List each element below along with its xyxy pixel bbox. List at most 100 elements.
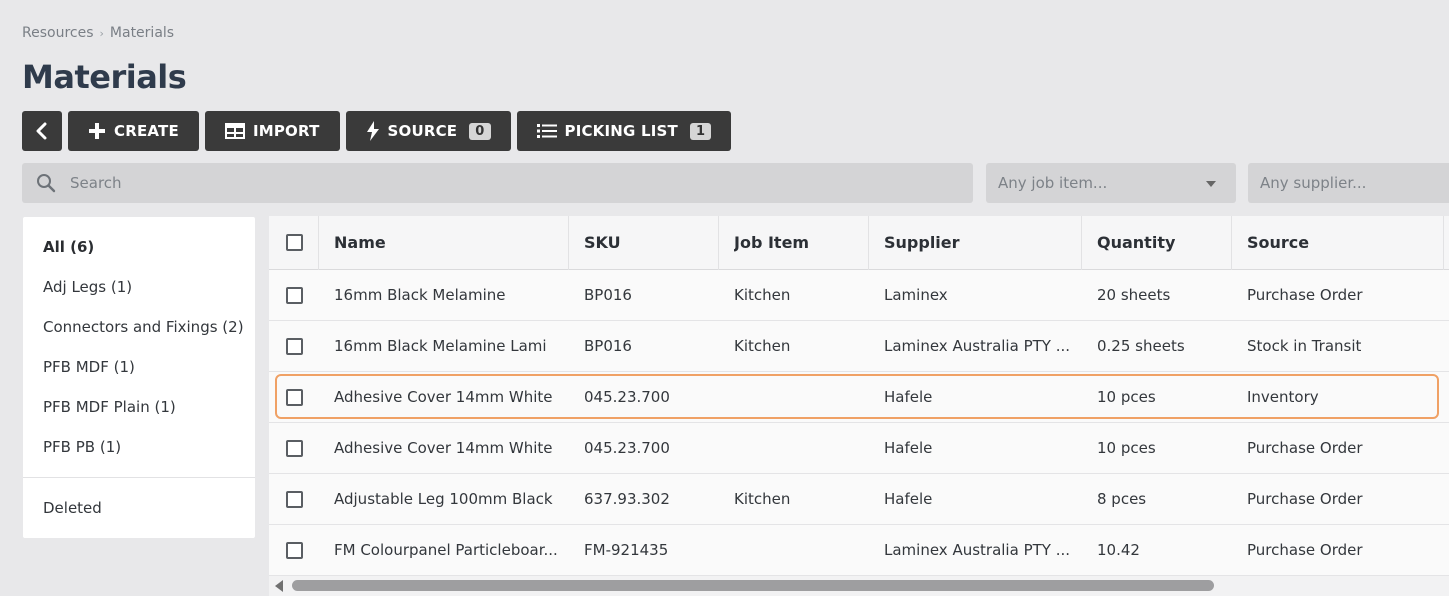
column-divider: [568, 216, 569, 270]
row-checkbox-cell: [286, 372, 303, 422]
cell-source: Purchase Order: [1247, 439, 1363, 457]
cell-supplier: Hafele: [884, 388, 933, 406]
cell-quantity: 10 pces: [1097, 439, 1156, 457]
cell-name: 16mm Black Melamine Lami: [334, 337, 547, 355]
caret-down-icon: [1206, 181, 1216, 187]
table-row[interactable]: Adjustable Leg 100mm Black 637.93.302 Ki…: [269, 474, 1449, 525]
row-checkbox-cell: [286, 474, 303, 524]
table-row[interactable]: Adhesive Cover 14mm White 045.23.700 Haf…: [269, 372, 1449, 423]
sidebar-item-deleted[interactable]: Deleted: [43, 499, 102, 517]
cell-quantity: 8 pces: [1097, 490, 1147, 508]
column-header-sku[interactable]: SKU: [584, 216, 621, 269]
row-checkbox[interactable]: [286, 286, 303, 304]
cell-sku: 045.23.700: [584, 439, 670, 457]
supplier-filter-placeholder: Any supplier...: [1260, 174, 1367, 192]
cell-source: Purchase Order: [1247, 541, 1363, 559]
back-button[interactable]: [22, 111, 62, 151]
cell-job-item: Kitchen: [734, 337, 791, 355]
column-divider: [718, 216, 719, 270]
import-button[interactable]: IMPORT: [204, 111, 340, 151]
column-divider: [1231, 216, 1232, 270]
job-item-filter-placeholder: Any job item...: [998, 174, 1108, 192]
category-sidebar: All (6) Adj Legs (1) Connectors and Fixi…: [23, 217, 255, 538]
sidebar-item-pfb-pb[interactable]: PFB PB (1): [43, 438, 121, 456]
cell-supplier: Laminex: [884, 286, 948, 304]
cell-sku: BP016: [584, 286, 632, 304]
list-icon: [536, 124, 557, 138]
page-title: Materials: [22, 58, 187, 96]
row-checkbox[interactable]: [286, 388, 303, 406]
select-all-checkbox-cell: [286, 216, 303, 269]
sidebar-item-pfb-mdf-plain[interactable]: PFB MDF Plain (1): [43, 398, 176, 416]
sidebar-item-connectors-and-fixings[interactable]: Connectors and Fixings (2): [43, 318, 244, 336]
cell-sku: 045.23.700: [584, 388, 670, 406]
row-checkbox[interactable]: [286, 439, 303, 457]
cell-name: FM Colourpanel Particleboar...: [334, 541, 558, 559]
table-header-row: Name SKU Job Item Supplier Quantity Sour…: [269, 216, 1449, 270]
table-icon: [224, 123, 245, 139]
sidebar-item-all[interactable]: All (6): [43, 238, 94, 256]
cell-sku: FM-921435: [584, 541, 669, 559]
supplier-filter-select[interactable]: Any supplier...: [1248, 163, 1449, 203]
cell-quantity: 0.25 sheets: [1097, 337, 1185, 355]
column-divider: [1443, 216, 1444, 270]
row-checkbox-cell: [286, 270, 303, 320]
picking-list-button-label: PICKING LIST: [564, 122, 678, 140]
select-all-checkbox[interactable]: [286, 234, 303, 251]
column-header-name[interactable]: Name: [334, 216, 386, 269]
column-header-quantity[interactable]: Quantity: [1097, 216, 1175, 269]
cell-sku: BP016: [584, 337, 632, 355]
cell-source: Stock in Transit: [1247, 337, 1362, 355]
chevron-right-icon: ›: [99, 26, 104, 40]
cell-job-item: Kitchen: [734, 286, 791, 304]
row-checkbox[interactable]: [286, 337, 303, 355]
create-button-label: CREATE: [114, 122, 179, 140]
sidebar-divider: [23, 477, 255, 478]
create-button[interactable]: CREATE: [68, 111, 199, 151]
cell-quantity: 20 sheets: [1097, 286, 1171, 304]
materials-table: Name SKU Job Item Supplier Quantity Sour…: [269, 216, 1449, 596]
sidebar-item-pfb-mdf[interactable]: PFB MDF (1): [43, 358, 135, 376]
column-header-supplier[interactable]: Supplier: [884, 216, 960, 269]
cell-source: Purchase Order: [1247, 490, 1363, 508]
source-button-label: SOURCE: [387, 122, 458, 140]
cell-supplier: Hafele: [884, 439, 933, 457]
row-checkbox[interactable]: [286, 541, 303, 559]
row-checkbox-cell: [286, 525, 303, 575]
sidebar-item-adj-legs[interactable]: Adj Legs (1): [43, 278, 132, 296]
picking-list-count-badge: 1: [689, 122, 712, 140]
picking-list-button[interactable]: PICKING LIST 1: [516, 111, 732, 151]
table-row[interactable]: FM Colourpanel Particleboar... FM-921435…: [269, 525, 1449, 576]
cell-source: Purchase Order: [1247, 286, 1363, 304]
cell-name: Adjustable Leg 100mm Black: [334, 490, 553, 508]
column-divider: [1081, 216, 1082, 270]
cell-name: Adhesive Cover 14mm White: [334, 439, 553, 457]
lightning-icon: [366, 121, 379, 141]
column-header-job-item[interactable]: Job Item: [734, 216, 809, 269]
row-checkbox-cell: [286, 423, 303, 473]
cell-job-item: Kitchen: [734, 490, 791, 508]
table-row[interactable]: Adhesive Cover 14mm White 045.23.700 Haf…: [269, 423, 1449, 474]
job-item-filter-select[interactable]: Any job item...: [986, 163, 1236, 203]
cell-sku: 637.93.302: [584, 490, 670, 508]
table-row[interactable]: 16mm Black Melamine BP016 Kitchen Lamine…: [269, 270, 1449, 321]
breadcrumb-resources-link[interactable]: Resources: [22, 25, 94, 41]
horizontal-scrollbar-thumb[interactable]: [292, 580, 1214, 591]
column-divider: [868, 216, 869, 270]
search-bar: [22, 163, 973, 203]
breadcrumb-current: Materials: [109, 25, 175, 41]
table-row[interactable]: 16mm Black Melamine Lami BP016 Kitchen L…: [269, 321, 1449, 372]
cell-supplier: Laminex Australia PTY ...: [884, 541, 1071, 559]
cell-source: Inventory: [1247, 388, 1319, 406]
source-button[interactable]: SOURCE 0: [345, 111, 511, 151]
toolbar: CREATE IMPORT SOURCE 0 PICKING LIST 1: [22, 111, 732, 151]
scroll-left-arrow-icon[interactable]: [275, 580, 283, 592]
search-input[interactable]: [70, 174, 930, 192]
row-checkbox[interactable]: [286, 490, 303, 508]
breadcrumb: Resources › Materials: [22, 25, 174, 41]
row-checkbox-cell: [286, 321, 303, 371]
chevron-left-icon: [36, 122, 47, 140]
plus-icon: [89, 123, 105, 139]
column-header-source[interactable]: Source: [1247, 216, 1309, 269]
source-count-badge: 0: [469, 122, 491, 140]
